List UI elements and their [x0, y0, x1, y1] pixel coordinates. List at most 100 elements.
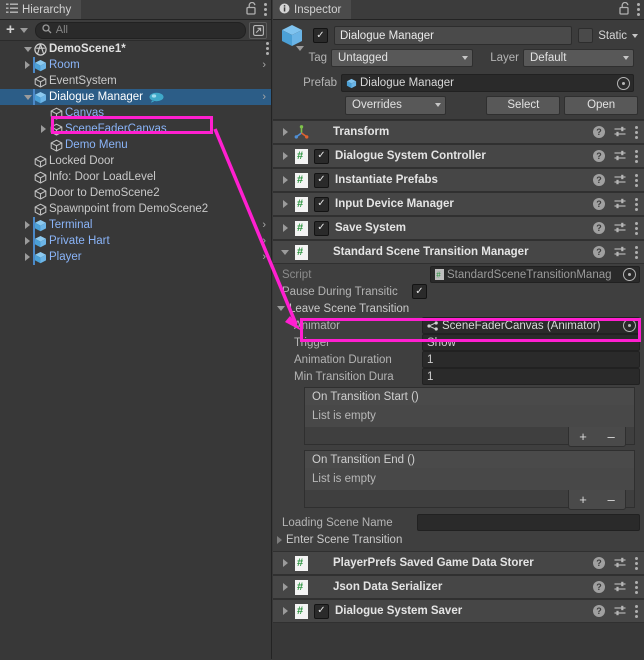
chevron-right-icon[interactable] — [277, 224, 293, 232]
preset-icon[interactable] — [614, 581, 626, 593]
hierarchy-item-locked-door[interactable]: Locked Door — [0, 153, 271, 169]
component-header-save-system[interactable]: ✓ Save System? — [273, 216, 644, 240]
chevron-down-icon[interactable] — [19, 27, 28, 33]
open-in-new-icon[interactable] — [249, 21, 267, 39]
search-input[interactable]: All — [34, 21, 246, 39]
chevron-down-icon[interactable] — [296, 45, 304, 51]
select-button[interactable]: Select — [486, 95, 561, 115]
tab-hierarchy[interactable]: Hierarchy — [0, 0, 82, 19]
help-icon[interactable]: ? — [593, 198, 605, 210]
hierarchy-item-dialogue-manager[interactable]: Dialogue Manager › — [0, 89, 271, 105]
preset-icon[interactable] — [614, 246, 626, 258]
kebab-menu-icon[interactable] — [635, 173, 638, 187]
chevron-right-icon[interactable] — [22, 221, 33, 229]
help-icon[interactable]: ? — [593, 246, 605, 258]
overrides-dropdown[interactable]: Overrides — [345, 95, 447, 115]
preset-icon[interactable] — [614, 198, 626, 210]
chevron-down-icon[interactable] — [632, 33, 638, 38]
animator-object-field[interactable]: SceneFaderCanvas (Animator) — [422, 317, 640, 334]
chevron-down-icon[interactable] — [22, 94, 33, 100]
component-header-playerprefs-saved-game-data-storer[interactable]: PlayerPrefs Saved Game Data Storer? — [273, 551, 644, 575]
help-icon[interactable]: ? — [593, 126, 605, 138]
component-enabled-checkbox[interactable]: ✓ — [314, 172, 329, 188]
kebab-menu-icon[interactable] — [635, 245, 638, 259]
component-enabled-checkbox[interactable]: ✓ — [314, 196, 329, 212]
gameobject-active-checkbox[interactable]: ✓ — [313, 28, 328, 43]
prefab-object-field[interactable]: Dialogue Manager — [341, 74, 634, 92]
gameobject-name-input[interactable]: Dialogue Manager — [334, 26, 573, 45]
chevron-right-icon[interactable] — [22, 237, 33, 245]
chevron-right-icon[interactable] — [22, 61, 33, 69]
loading-scene-name-input[interactable] — [417, 514, 640, 531]
hierarchy-item-terminal[interactable]: Terminal › — [0, 217, 271, 233]
help-icon[interactable]: ? — [593, 174, 605, 186]
lock-open-icon[interactable] — [246, 1, 257, 18]
remove-listener-button[interactable]: – — [607, 429, 614, 444]
help-icon[interactable]: ? — [593, 150, 605, 162]
hierarchy-item-eventsystem[interactable]: EventSystem — [0, 73, 271, 89]
hierarchy-tree[interactable]: DemoScene1* Room › EventSystem Dialogue Mana… — [0, 41, 271, 660]
component-header-input-device-manager[interactable]: ✓ Input Device Manager? — [273, 192, 644, 216]
chevron-right-icon[interactable] — [38, 125, 49, 133]
chevron-down-icon[interactable] — [277, 249, 293, 255]
chevron-right-icon[interactable] — [277, 607, 293, 615]
trigger-input[interactable]: Show — [422, 334, 640, 351]
chevron-down-icon[interactable] — [22, 46, 33, 52]
hierarchy-item-player[interactable]: Player › — [0, 249, 271, 265]
kebab-menu-icon[interactable] — [637, 3, 640, 16]
chevron-right-icon[interactable] — [277, 583, 293, 591]
add-gameobject-button[interactable]: + — [4, 22, 17, 37]
component-enabled-checkbox[interactable]: ✓ — [314, 148, 329, 164]
hierarchy-item-private-hart[interactable]: Private Hart › — [0, 233, 271, 249]
animation-duration-input[interactable]: 1 — [422, 351, 640, 368]
help-icon[interactable]: ? — [593, 581, 605, 593]
preset-icon[interactable] — [614, 222, 626, 234]
hierarchy-item-door-to-demoscene2[interactable]: Door to DemoScene2 — [0, 185, 271, 201]
tab-inspector[interactable]: Inspector — [273, 0, 352, 19]
script-object-field[interactable]: # StandardSceneTransitionManag — [430, 266, 640, 283]
on-transition-end-header[interactable]: On Transition End () — [304, 450, 635, 468]
chevron-right-icon[interactable]: › — [262, 59, 266, 71]
chevron-right-icon[interactable]: › — [262, 251, 266, 263]
component-header-transform[interactable]: Transform? — [273, 120, 644, 144]
add-listener-button[interactable]: + — [579, 492, 587, 507]
chevron-right-icon[interactable] — [22, 253, 33, 261]
chevron-right-icon[interactable]: › — [262, 219, 266, 231]
kebab-menu-icon[interactable] — [635, 149, 638, 163]
hierarchy-item-scenefadercanvas[interactable]: SceneFaderCanvas — [0, 121, 271, 137]
help-icon[interactable]: ? — [593, 222, 605, 234]
kebab-menu-icon[interactable] — [635, 221, 638, 235]
remove-listener-button[interactable]: – — [607, 492, 614, 507]
hierarchy-item-spawnpoint-from-demoscene2[interactable]: Spawnpoint from DemoScene2 — [0, 201, 271, 217]
kebab-menu-icon[interactable] — [635, 125, 638, 139]
tag-dropdown[interactable]: Untagged — [331, 49, 473, 67]
component-header-standard-scene-transition-manager[interactable]: Standard Scene Transition Manager? — [273, 240, 644, 264]
kebab-menu-icon[interactable] — [635, 580, 638, 594]
chevron-right-icon[interactable] — [277, 128, 293, 136]
component-header-json-data-serializer[interactable]: Json Data Serializer? — [273, 575, 644, 599]
component-enabled-checkbox[interactable]: ✓ — [314, 220, 329, 236]
static-checkbox[interactable] — [578, 28, 594, 43]
leave-scene-transition-foldout[interactable]: Leave Scene Transition — [273, 300, 644, 317]
hierarchy-item-info-door-loadlevel[interactable]: Info: Door LoadLevel — [0, 169, 271, 185]
enter-scene-transition-foldout[interactable]: Enter Scene Transition — [273, 531, 644, 548]
chevron-right-icon[interactable]: › — [262, 91, 266, 103]
preset-icon[interactable] — [614, 557, 626, 569]
layer-dropdown[interactable]: Default — [523, 49, 634, 67]
component-header-dialogue-system-saver[interactable]: ✓ Dialogue System Saver? — [273, 599, 644, 623]
object-picker-icon[interactable] — [623, 268, 636, 281]
component-header-dialogue-system-controller[interactable]: ✓ Dialogue System Controller? — [273, 144, 644, 168]
component-header-instantiate-prefabs[interactable]: ✓ Instantiate Prefabs? — [273, 168, 644, 192]
chevron-right-icon[interactable] — [277, 559, 293, 567]
preset-icon[interactable] — [614, 605, 626, 617]
object-picker-icon[interactable] — [623, 319, 636, 332]
hierarchy-scene-row[interactable]: DemoScene1* — [0, 41, 271, 57]
chevron-right-icon[interactable]: › — [262, 235, 266, 247]
preset-icon[interactable] — [614, 174, 626, 186]
add-listener-button[interactable]: + — [579, 429, 587, 444]
on-transition-start-header[interactable]: On Transition Start () — [304, 387, 635, 405]
kebab-menu-icon[interactable] — [635, 604, 638, 618]
pause-checkbox[interactable]: ✓ — [412, 284, 427, 299]
kebab-menu-icon[interactable] — [264, 3, 267, 16]
preset-icon[interactable] — [614, 150, 626, 162]
